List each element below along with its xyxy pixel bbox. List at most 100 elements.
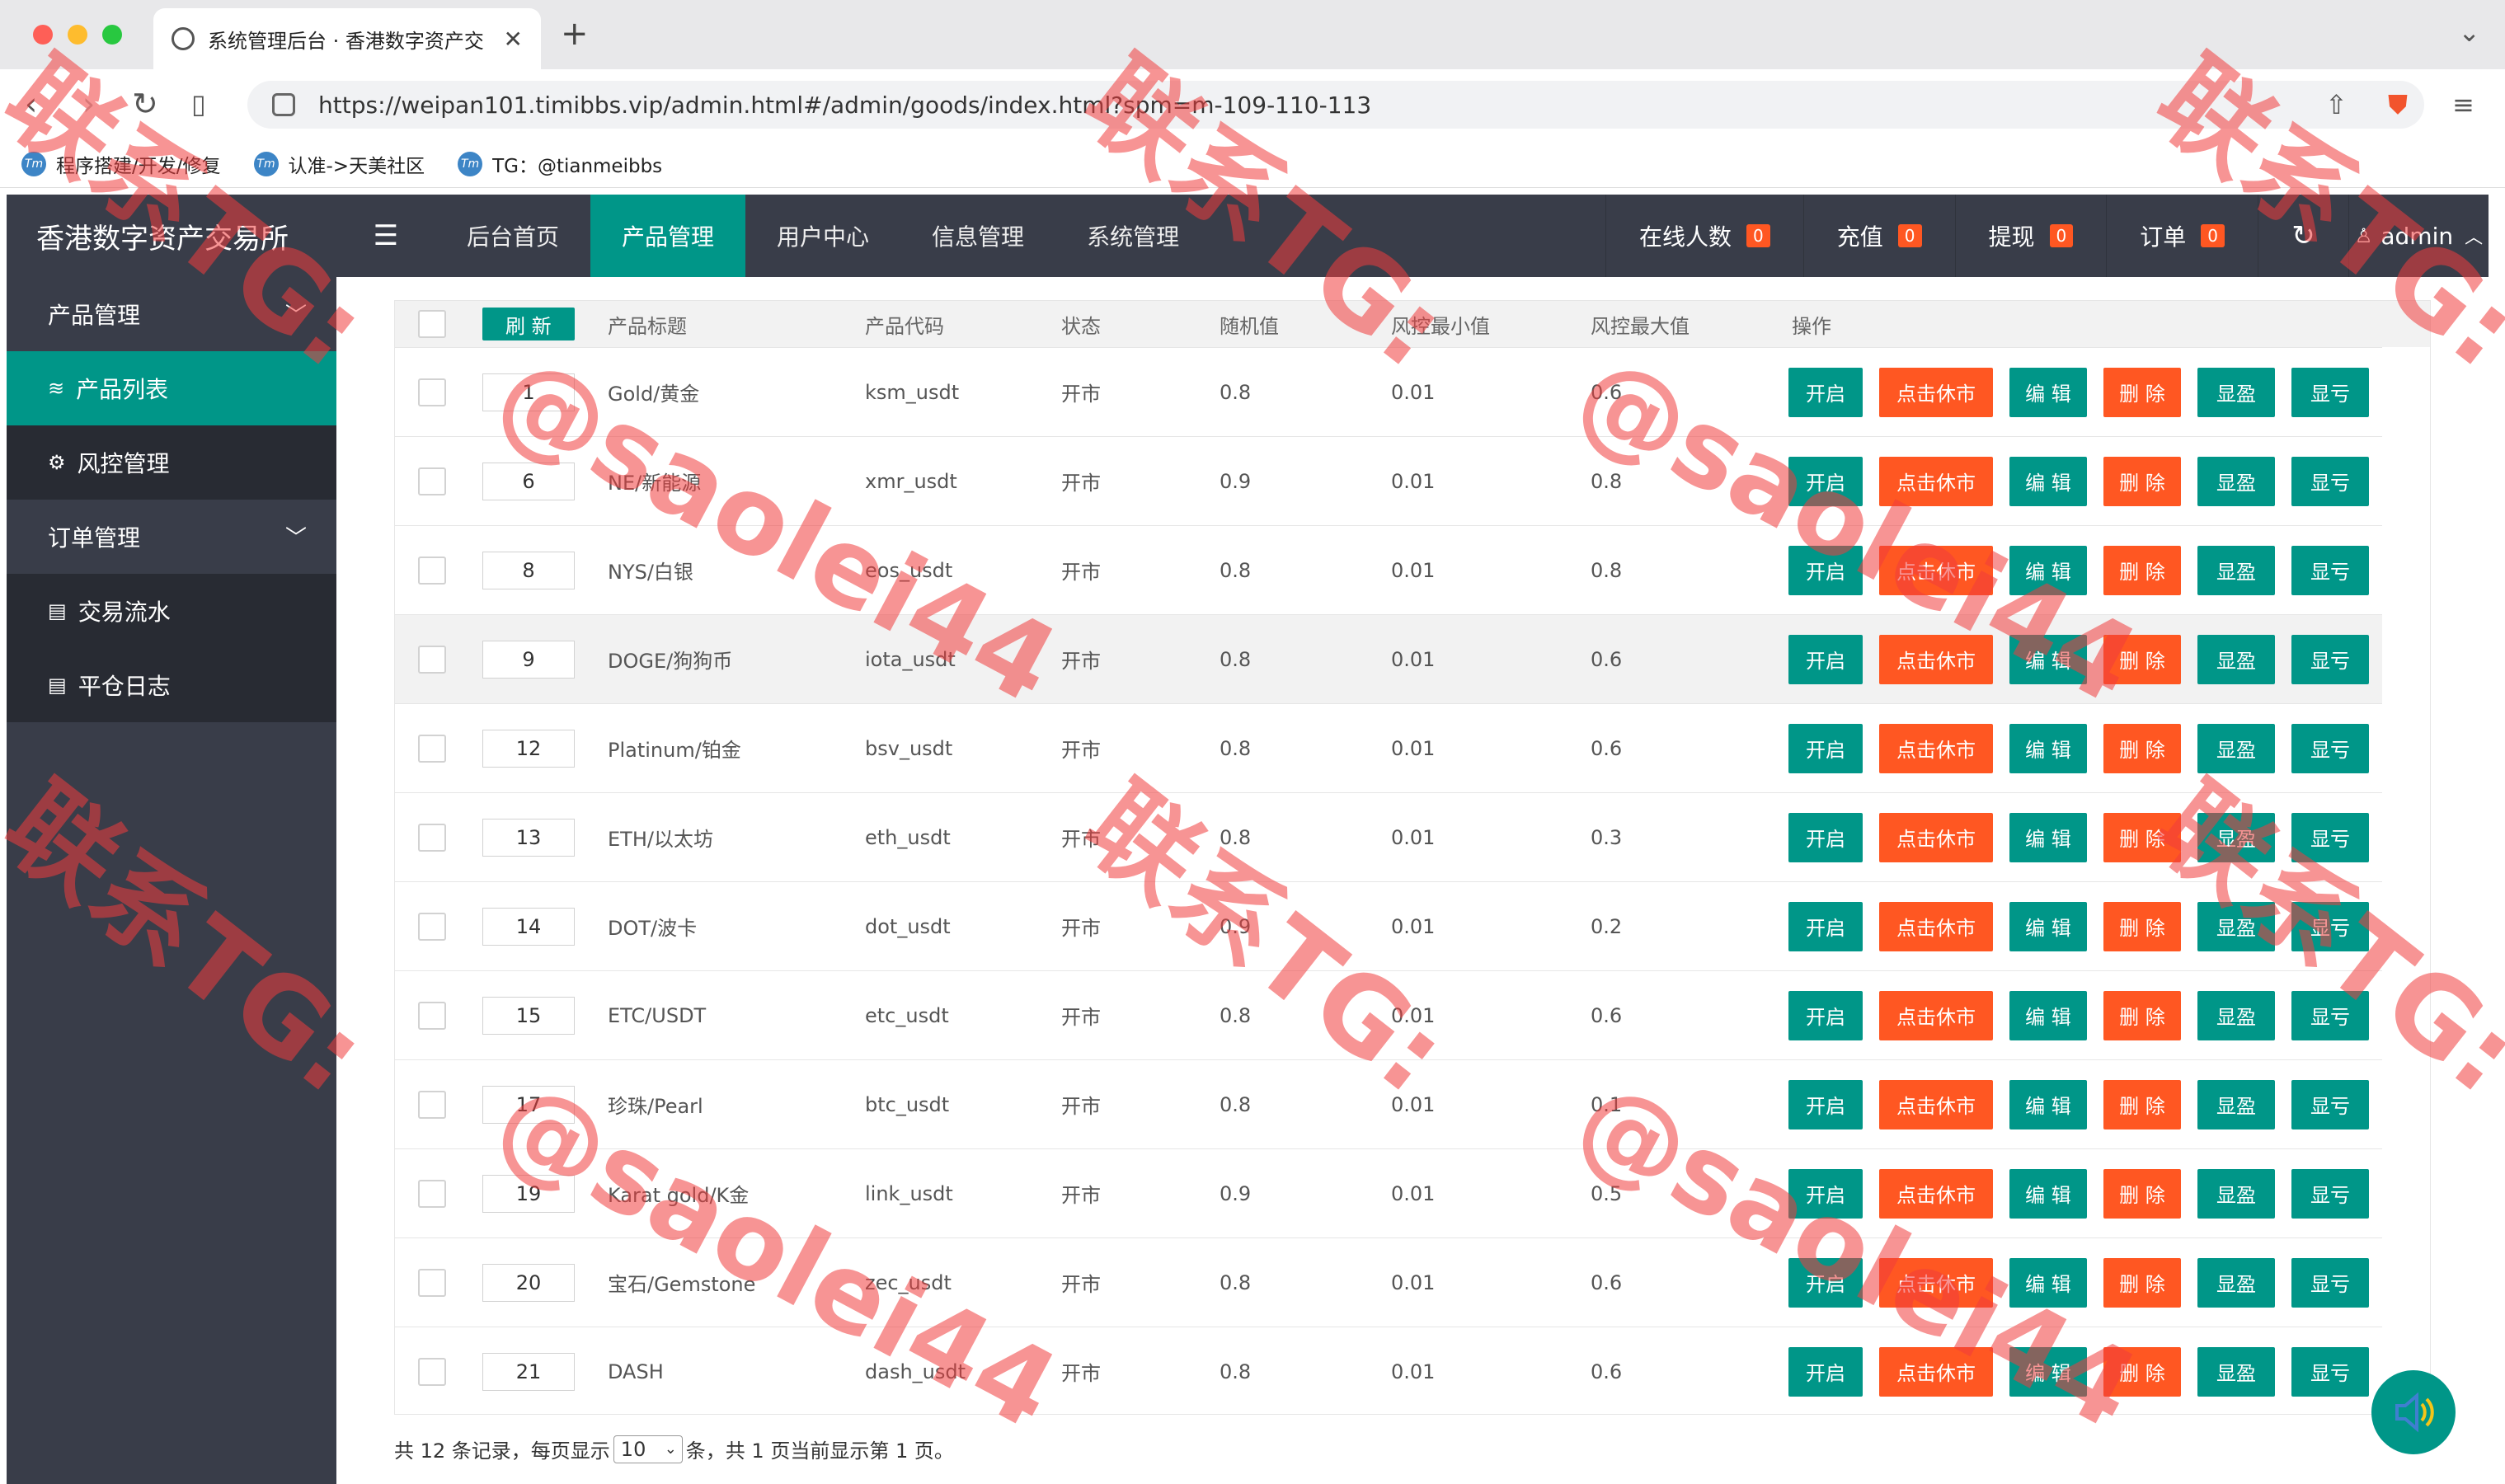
close-market-button[interactable]: 点击休市 xyxy=(1879,901,1993,951)
sidebar-item-product-list[interactable]: ≋ 产品列表 xyxy=(7,351,336,425)
show-win-button[interactable]: 显盈 xyxy=(2197,901,2275,951)
edit-button[interactable]: 编 辑 xyxy=(2009,1346,2087,1397)
row-checkbox[interactable] xyxy=(418,467,446,495)
open-button[interactable]: 开启 xyxy=(1788,545,1863,595)
browser-tab[interactable]: 系统管理后台 · 香港数字资产交 ✕ xyxy=(153,8,541,69)
back-icon[interactable]: ‹ xyxy=(25,87,37,120)
delete-button[interactable]: 删 除 xyxy=(2103,1168,2181,1219)
close-market-button[interactable]: 点击休市 xyxy=(1879,634,1993,684)
new-tab-button[interactable]: + xyxy=(561,15,589,53)
row-checkbox[interactable] xyxy=(418,1090,446,1119)
show-loss-button[interactable]: 显亏 xyxy=(2291,456,2369,506)
bookmark-icon[interactable]: ▯ xyxy=(191,87,206,120)
sort-order-input[interactable]: 17 xyxy=(482,1085,575,1124)
edit-button[interactable]: 编 辑 xyxy=(2009,634,2087,684)
show-win-button[interactable]: 显盈 xyxy=(2197,545,2275,595)
show-loss-button[interactable]: 显亏 xyxy=(2291,1079,2369,1129)
open-button[interactable]: 开启 xyxy=(1788,1346,1863,1397)
forward-icon[interactable]: › xyxy=(82,87,95,120)
online-count[interactable]: 在线人数 0 xyxy=(1605,195,1803,277)
sidebar-item-risk[interactable]: ⚙ 风控管理 xyxy=(7,425,336,500)
close-market-button[interactable]: 点击休市 xyxy=(1879,990,1993,1040)
menu-icon[interactable]: ≡ xyxy=(2452,89,2474,120)
delete-button[interactable]: 删 除 xyxy=(2103,634,2181,684)
bookmark-item[interactable]: Tm 认准->天美社区 xyxy=(253,150,425,178)
sort-order-input[interactable]: 6 xyxy=(482,462,575,500)
show-loss-button[interactable]: 显亏 xyxy=(2291,367,2369,417)
sort-order-input[interactable]: 8 xyxy=(482,551,575,589)
row-checkbox[interactable] xyxy=(418,1357,446,1386)
open-button[interactable]: 开启 xyxy=(1788,812,1863,862)
bookmark-item[interactable]: Tm TG：@tianmeibbs xyxy=(458,150,662,178)
row-checkbox[interactable] xyxy=(418,1001,446,1030)
open-button[interactable]: 开启 xyxy=(1788,456,1863,506)
edit-button[interactable]: 编 辑 xyxy=(2009,723,2087,773)
show-win-button[interactable]: 显盈 xyxy=(2197,367,2275,417)
open-button[interactable]: 开启 xyxy=(1788,1168,1863,1219)
show-win-button[interactable]: 显盈 xyxy=(2197,723,2275,773)
sort-order-input[interactable]: 1 xyxy=(482,373,575,411)
refresh-icon[interactable]: ↻ xyxy=(2258,195,2348,277)
sidebar-group-orders[interactable]: 订单管理 ﹀ xyxy=(7,500,336,574)
show-loss-button[interactable]: 显亏 xyxy=(2291,901,2369,951)
minimize-window-button[interactable] xyxy=(68,25,87,45)
withdraw-count[interactable]: 提现 0 xyxy=(1954,195,2107,277)
sort-order-input[interactable]: 13 xyxy=(482,818,575,857)
nav-users[interactable]: 用户中心 xyxy=(745,195,900,277)
row-checkbox[interactable] xyxy=(418,645,446,674)
open-button[interactable]: 开启 xyxy=(1788,634,1863,684)
edit-button[interactable]: 编 辑 xyxy=(2009,1168,2087,1219)
show-win-button[interactable]: 显盈 xyxy=(2197,990,2275,1040)
show-win-button[interactable]: 显盈 xyxy=(2197,1168,2275,1219)
delete-button[interactable]: 删 除 xyxy=(2103,812,2181,862)
share-icon[interactable]: ⇧ xyxy=(2325,89,2348,120)
row-checkbox[interactable] xyxy=(418,734,446,763)
close-tab-icon[interactable]: ✕ xyxy=(504,26,523,53)
edit-button[interactable]: 编 辑 xyxy=(2009,901,2087,951)
close-market-button[interactable]: 点击休市 xyxy=(1879,456,1993,506)
show-win-button[interactable]: 显盈 xyxy=(2197,634,2275,684)
page-size-select[interactable]: 10 ⌄ xyxy=(613,1435,683,1463)
show-loss-button[interactable]: 显亏 xyxy=(2291,723,2369,773)
delete-button[interactable]: 删 除 xyxy=(2103,545,2181,595)
sort-order-input[interactable]: 15 xyxy=(482,996,575,1035)
sort-order-input[interactable]: 12 xyxy=(482,729,575,768)
nav-info[interactable]: 信息管理 xyxy=(900,195,1055,277)
sort-order-input[interactable]: 14 xyxy=(482,907,575,946)
sort-order-input[interactable]: 21 xyxy=(482,1352,575,1391)
sort-order-input[interactable]: 9 xyxy=(482,640,575,679)
edit-button[interactable]: 编 辑 xyxy=(2009,990,2087,1040)
show-loss-button[interactable]: 显亏 xyxy=(2291,1346,2369,1397)
menu-toggle-icon[interactable]: ☰ xyxy=(336,195,435,277)
nav-products[interactable]: 产品管理 xyxy=(590,195,746,277)
row-checkbox[interactable] xyxy=(418,823,446,852)
show-win-button[interactable]: 显盈 xyxy=(2197,1346,2275,1397)
close-market-button[interactable]: 点击休市 xyxy=(1879,367,1993,417)
show-loss-button[interactable]: 显亏 xyxy=(2291,634,2369,684)
show-win-button[interactable]: 显盈 xyxy=(2197,812,2275,862)
open-button[interactable]: 开启 xyxy=(1788,1257,1863,1308)
sidebar-group-products[interactable]: 产品管理 ﹀ xyxy=(7,277,336,351)
open-button[interactable]: 开启 xyxy=(1788,723,1863,773)
edit-button[interactable]: 编 辑 xyxy=(2009,812,2087,862)
close-market-button[interactable]: 点击休市 xyxy=(1879,1346,1993,1397)
delete-button[interactable]: 删 除 xyxy=(2103,456,2181,506)
reload-icon[interactable]: ↻ xyxy=(132,87,158,120)
sidebar-item-log[interactable]: ▤ 平仓日志 xyxy=(7,648,336,722)
delete-button[interactable]: 删 除 xyxy=(2103,723,2181,773)
show-win-button[interactable]: 显盈 xyxy=(2197,1257,2275,1308)
recharge-count[interactable]: 充值 0 xyxy=(1802,195,1955,277)
close-market-button[interactable]: 点击休市 xyxy=(1879,1257,1993,1308)
show-win-button[interactable]: 显盈 xyxy=(2197,456,2275,506)
delete-button[interactable]: 删 除 xyxy=(2103,1257,2181,1308)
delete-button[interactable]: 删 除 xyxy=(2103,1079,2181,1129)
open-button[interactable]: 开启 xyxy=(1788,1079,1863,1129)
close-market-button[interactable]: 点击休市 xyxy=(1879,1079,1993,1129)
nav-home[interactable]: 后台首页 xyxy=(435,195,590,277)
edit-button[interactable]: 编 辑 xyxy=(2009,1257,2087,1308)
edit-button[interactable]: 编 辑 xyxy=(2009,1079,2087,1129)
show-loss-button[interactable]: 显亏 xyxy=(2291,545,2369,595)
brave-shield-icon[interactable]: ⛊ xyxy=(2388,89,2408,121)
sidebar-item-flow[interactable]: ▤ 交易流水 xyxy=(7,574,336,648)
delete-button[interactable]: 删 除 xyxy=(2103,901,2181,951)
